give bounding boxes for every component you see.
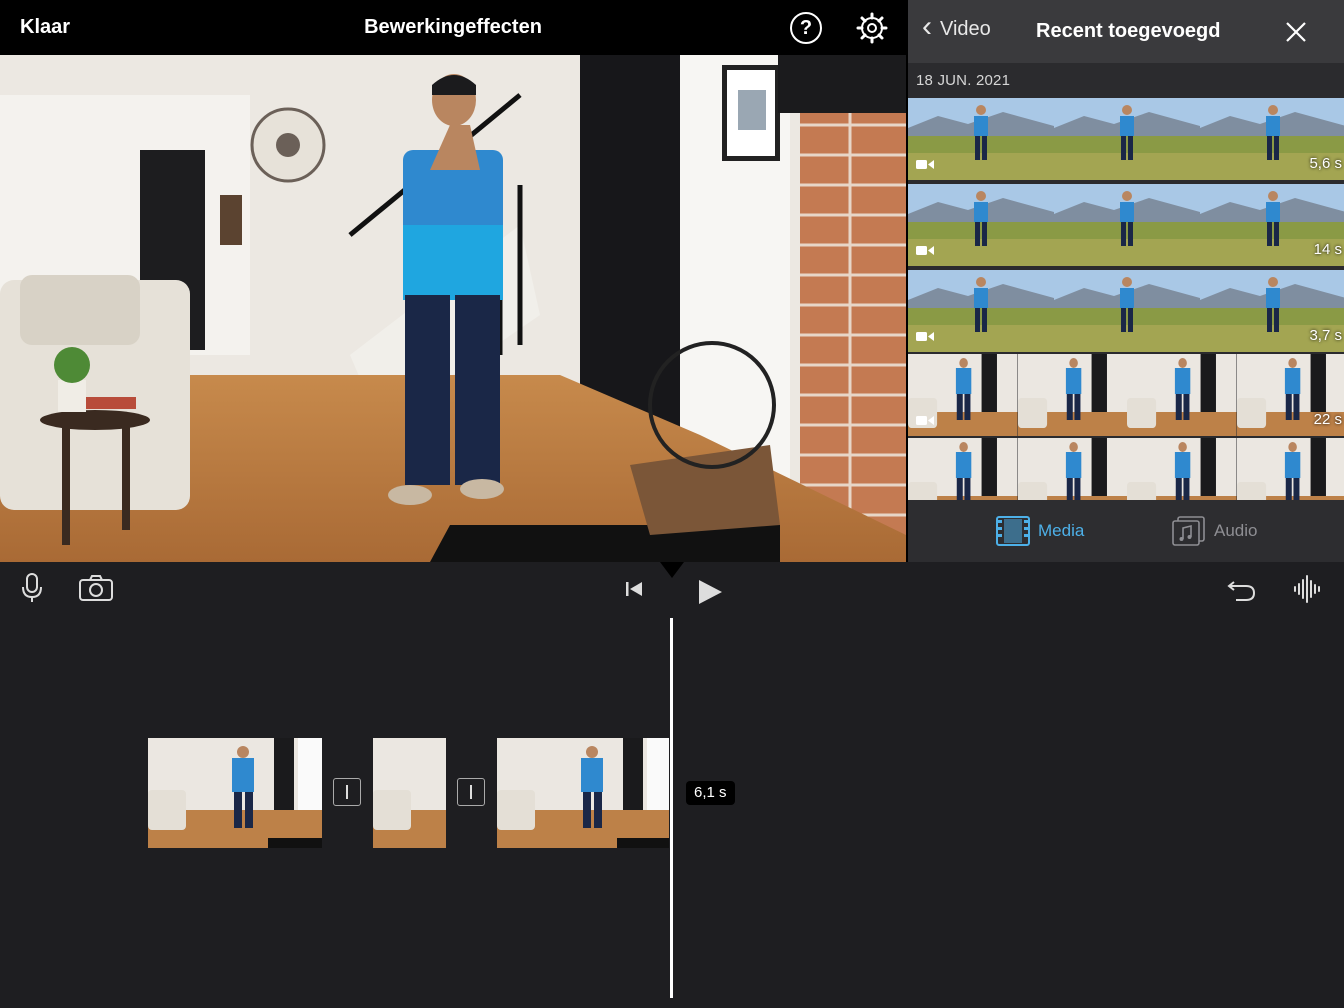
browser-header: ‹ Video Recent toegevoegd <box>908 0 1344 63</box>
date-header: 18 JUN. 2021 <box>916 72 1011 89</box>
video-camera-icon <box>916 246 934 255</box>
audio-waveform-icon[interactable] <box>1292 574 1324 604</box>
timeline[interactable]: 6,1 s <box>0 618 1344 1008</box>
back-button[interactable]: ‹ Video <box>922 9 991 43</box>
playhead-indicator <box>660 562 684 578</box>
clip-frame <box>1054 98 1200 180</box>
project-title: Bewerkingeffecten <box>364 16 542 38</box>
music-note-icon <box>1172 516 1205 546</box>
media-clip[interactable]: 14 s <box>908 184 1344 266</box>
clip-duration: 5,6 s <box>1309 155 1342 172</box>
video-camera-icon <box>916 160 934 169</box>
transition-button[interactable] <box>333 778 361 806</box>
question-mark-icon[interactable]: ? <box>790 12 822 44</box>
tab-audio[interactable]: Audio <box>1172 516 1257 546</box>
back-label: Video <box>940 18 991 40</box>
clip-frame <box>1054 270 1200 352</box>
media-clip[interactable]: 5,6 s <box>908 98 1344 180</box>
media-browser: ‹ Video Recent toegevoegd 18 JUN. 2021 5… <box>906 0 1344 562</box>
timeline-clip[interactable] <box>373 738 446 848</box>
preview-frame <box>0 55 906 562</box>
imovie-editor: Klaar Bewerkingeffecten ? ‹ Video Recent… <box>0 0 1344 1008</box>
playhead[interactable] <box>670 618 673 998</box>
close-icon[interactable] <box>1284 20 1308 44</box>
skip-to-start-icon[interactable] <box>624 580 646 600</box>
clip-thumbnail <box>497 738 669 848</box>
play-icon[interactable] <box>696 578 724 606</box>
film-strip-icon <box>996 516 1030 546</box>
tab-audio-label: Audio <box>1214 521 1258 540</box>
video-camera-icon <box>916 332 934 341</box>
clip-frame <box>1127 354 1237 436</box>
tab-media-label: Media <box>1038 521 1085 540</box>
timeline-clip[interactable] <box>148 738 322 848</box>
clip-duration-badge: 6,1 s <box>686 781 735 805</box>
clip-duration: 3,7 s <box>1309 327 1342 344</box>
microphone-icon[interactable] <box>20 572 44 604</box>
media-clip[interactable]: 22 s <box>908 354 1344 436</box>
media-clip[interactable]: 3,7 s <box>908 270 1344 352</box>
clip-thumbnail <box>373 738 446 848</box>
browser-title: Recent toegevoegd <box>1036 20 1221 42</box>
video-camera-icon <box>916 416 934 425</box>
clip-thumbnail <box>148 738 322 848</box>
gear-icon[interactable] <box>856 12 888 44</box>
clip-duration: 22 s <box>1313 411 1342 428</box>
undo-icon[interactable] <box>1226 576 1258 604</box>
clip-duration: 14 s <box>1313 241 1342 258</box>
browser-tabs: Media Audio <box>908 500 1344 562</box>
timeline-clip[interactable] <box>497 738 669 848</box>
clip-frame <box>1017 354 1127 436</box>
tab-media[interactable]: Media <box>996 516 1084 546</box>
chevron-left-icon: ‹ <box>922 9 932 43</box>
video-preview[interactable] <box>0 55 906 562</box>
top-bar: Klaar Bewerkingeffecten ? <box>0 0 906 55</box>
camera-icon[interactable] <box>78 574 114 602</box>
transition-button[interactable] <box>457 778 485 806</box>
clip-frame <box>1054 184 1200 266</box>
